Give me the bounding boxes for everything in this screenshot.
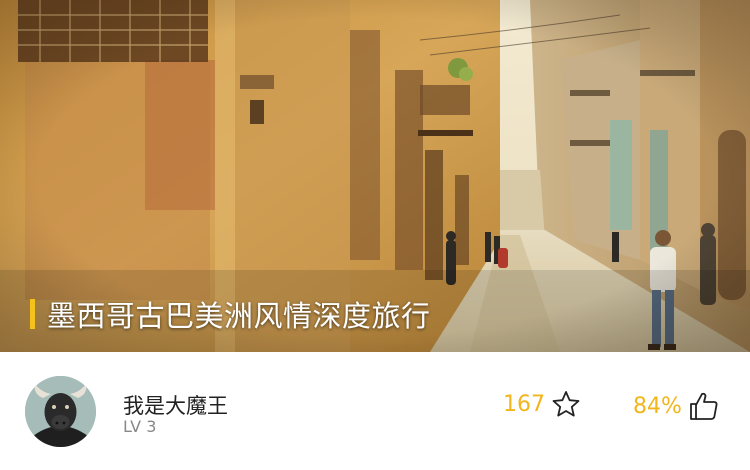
title-accent-bar — [30, 299, 35, 329]
post-title: 墨西哥古巴美洲风情深度旅行 — [30, 296, 431, 333]
favorite-count[interactable]: 167 — [503, 390, 581, 418]
like-rate[interactable]: 84% — [633, 390, 720, 422]
travel-post-card[interactable]: 墨西哥古巴美洲风情深度旅行 我是大魔王 LV 3 167 84% — [0, 0, 750, 470]
cover-image[interactable]: 墨西哥古巴美洲风情深度旅行 — [0, 0, 750, 352]
like-rate-value: 84% — [633, 393, 682, 419]
post-title-text: 墨西哥古巴美洲风情深度旅行 — [47, 299, 431, 333]
thumbs-up-icon[interactable] — [688, 390, 720, 422]
author-avatar[interactable] — [25, 376, 96, 447]
author-level: LV 3 — [123, 417, 157, 436]
bull-avatar-icon — [25, 376, 96, 447]
author-name[interactable]: 我是大魔王 — [123, 390, 228, 420]
post-footer: 我是大魔王 LV 3 167 84% — [0, 352, 750, 470]
star-icon[interactable] — [551, 390, 581, 418]
favorite-count-value: 167 — [503, 391, 545, 417]
